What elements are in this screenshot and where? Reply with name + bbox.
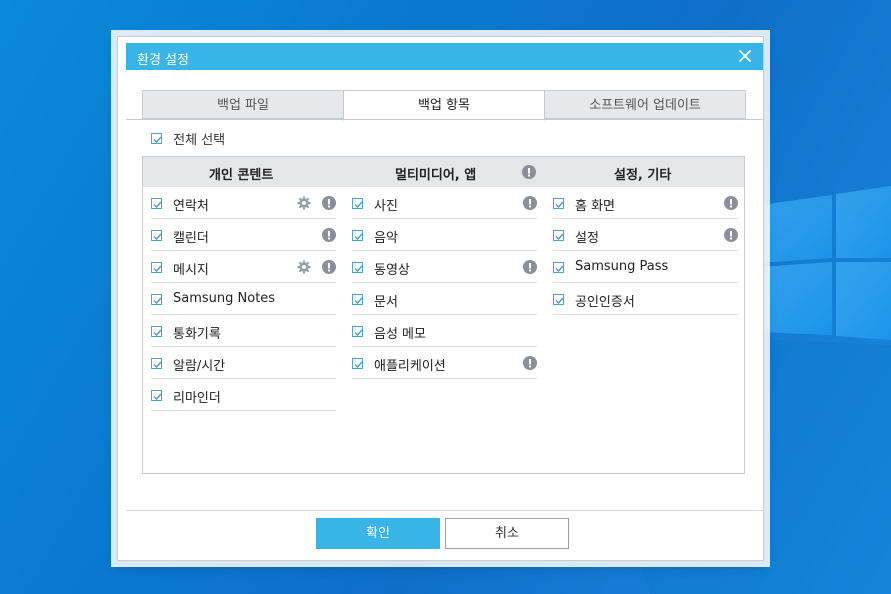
checkbox-icon[interactable] — [553, 198, 564, 209]
info-icon[interactable] — [322, 196, 336, 210]
checkbox-icon[interactable] — [151, 230, 162, 241]
list-item-home-screen[interactable]: 홈 화면 — [553, 188, 738, 219]
item-label: 홈 화면 — [575, 199, 616, 214]
checkbox-icon[interactable] — [151, 294, 162, 305]
item-label: 리마인더 — [173, 391, 221, 406]
dialog-title: 환경 설정 — [137, 53, 189, 68]
item-label: 문서 — [374, 295, 398, 310]
tab-divider — [126, 119, 763, 120]
list-item-photos[interactable]: 사진 — [352, 188, 537, 219]
column-header-personal: 개인 콘텐트 — [209, 168, 274, 183]
info-icon[interactable] — [724, 228, 738, 242]
checkbox-icon[interactable] — [151, 326, 162, 337]
gear-icon[interactable] — [297, 260, 311, 274]
list-item-samsung-notes[interactable]: Samsung Notes — [151, 284, 336, 315]
list-item-settings[interactable]: 설정 — [553, 220, 738, 251]
column-header-settings: 설정, 기타 — [614, 168, 672, 183]
checkbox-icon[interactable] — [553, 262, 564, 273]
item-label: 알람/시간 — [173, 359, 226, 374]
list-item-videos[interactable]: 동영상 — [352, 252, 537, 283]
list-item-documents[interactable]: 문서 — [352, 284, 537, 315]
checkbox-icon[interactable] — [553, 294, 564, 305]
list-item-contacts[interactable]: 연락처 — [151, 188, 336, 219]
list-item-reminder[interactable]: 리마인더 — [151, 380, 336, 411]
item-label: 애플리케이션 — [374, 359, 446, 374]
info-icon[interactable] — [322, 260, 336, 274]
item-label: 연락처 — [173, 199, 209, 214]
item-label: 사진 — [374, 199, 398, 214]
checkbox-icon[interactable] — [352, 230, 363, 241]
checkbox-icon[interactable] — [151, 358, 162, 369]
checkbox-icon[interactable] — [352, 326, 363, 337]
select-all-label: 전체 선택 — [173, 133, 226, 148]
checkbox-icon[interactable] — [352, 294, 363, 305]
item-label: 동영상 — [374, 263, 410, 278]
checkbox-icon[interactable] — [352, 262, 363, 273]
checkbox-icon[interactable] — [151, 390, 162, 401]
checkbox-icon[interactable] — [151, 262, 162, 273]
list-item-calendar[interactable]: 캘린더 — [151, 220, 336, 251]
item-label: Samsung Notes — [173, 291, 276, 306]
checkbox-icon[interactable] — [151, 198, 162, 209]
item-label: 통화기록 — [173, 327, 221, 342]
checkbox-icon[interactable] — [352, 198, 363, 209]
list-item-voice-memo[interactable]: 음성 메모 — [352, 316, 537, 347]
checkbox-icon[interactable] — [553, 230, 564, 241]
gear-icon[interactable] — [297, 196, 311, 210]
list-item-call-log[interactable]: 통화기록 — [151, 316, 336, 347]
tab-software-update[interactable]: 소프트웨어 업데이트 — [544, 90, 746, 119]
info-icon[interactable] — [523, 196, 537, 210]
item-label: Samsung Pass — [575, 259, 669, 274]
list-item-certificate[interactable]: 공인인증서 — [553, 284, 738, 315]
item-label: 설정 — [575, 231, 599, 246]
close-icon[interactable] — [735, 46, 755, 66]
column-header-multimedia: 멀티미디어, 앱 — [395, 168, 477, 183]
item-label: 메시지 — [173, 263, 209, 278]
footer-divider — [126, 510, 763, 511]
panel-header: 개인 콘텐트 멀티미디어, 앱 설정, 기타 — [143, 157, 744, 187]
list-item-alarm[interactable]: 알람/시간 — [151, 348, 336, 379]
info-icon[interactable] — [523, 260, 537, 274]
tab-bar: 백업 파일 백업 항목 소프트웨어 업데이트 — [142, 90, 746, 121]
info-icon[interactable] — [322, 228, 336, 242]
list-item-music[interactable]: 음악 — [352, 220, 537, 251]
list-item-applications[interactable]: 애플리케이션 — [352, 348, 537, 379]
ok-button[interactable]: 확인 — [316, 518, 440, 549]
list-item-samsung-pass[interactable]: Samsung Pass — [553, 252, 738, 283]
checkbox-icon[interactable] — [352, 358, 363, 369]
info-icon[interactable] — [523, 356, 537, 370]
settings-dialog: 환경 설정 백업 파일 백업 항목 소프트웨어 업데이트 전체 선택 개인 콘텐… — [117, 36, 764, 561]
list-item-messages[interactable]: 메시지 — [151, 252, 336, 283]
tab-backup-files[interactable]: 백업 파일 — [142, 90, 344, 119]
checkbox-icon[interactable] — [151, 133, 162, 144]
item-label: 캘린더 — [173, 231, 209, 246]
item-label: 음악 — [374, 231, 398, 246]
dialog-titlebar: 환경 설정 — [126, 43, 763, 70]
tab-backup-items[interactable]: 백업 항목 — [343, 90, 545, 121]
item-label: 음성 메모 — [374, 327, 426, 342]
info-icon[interactable] — [724, 196, 738, 210]
backup-items-panel: 개인 콘텐트 멀티미디어, 앱 설정, 기타 연락처 캘린더 메시지 Samsu… — [142, 156, 745, 474]
item-label: 공인인증서 — [575, 295, 635, 310]
select-all-checkbox[interactable]: 전체 선택 — [151, 129, 225, 148]
info-icon[interactable] — [522, 165, 536, 179]
cancel-button[interactable]: 취소 — [445, 518, 569, 549]
